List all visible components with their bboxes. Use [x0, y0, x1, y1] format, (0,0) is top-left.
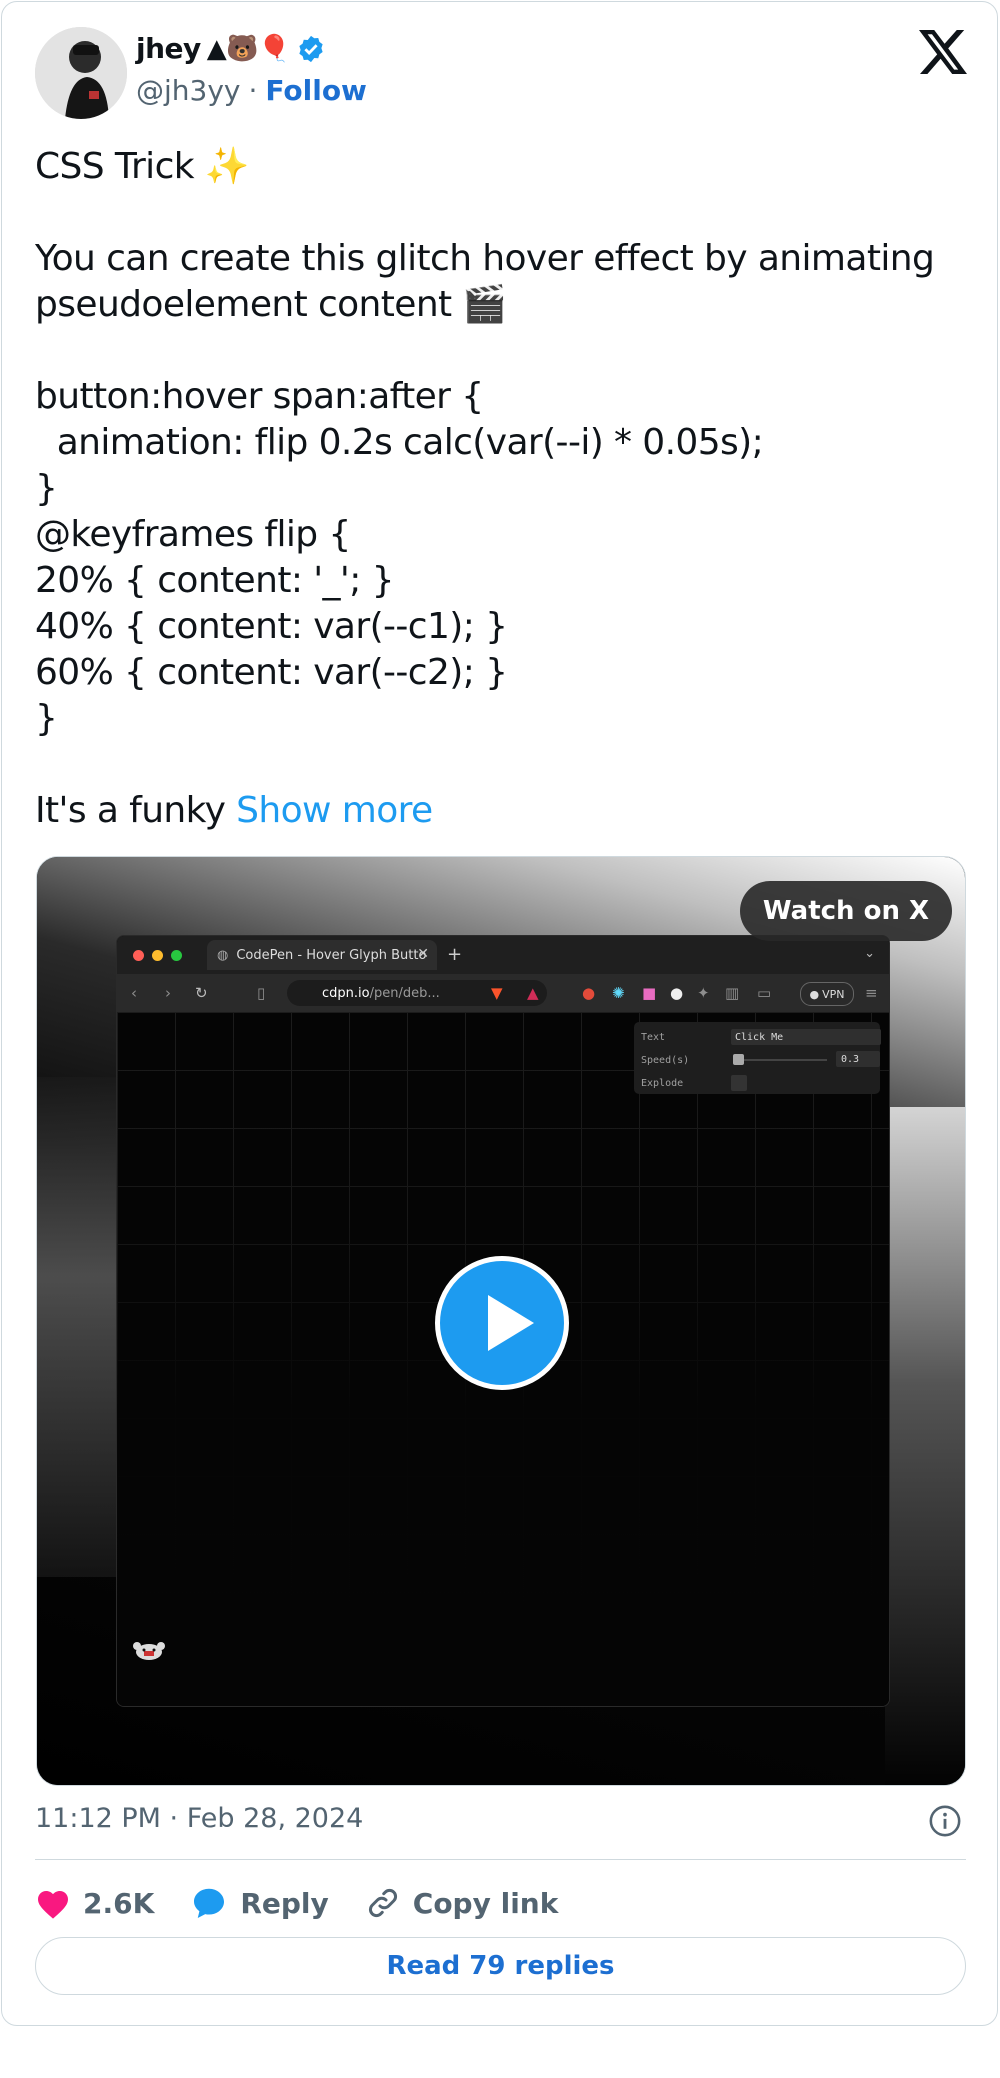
author-emojis: ▲🐻🎈 [206, 33, 291, 64]
speed-control: Speed(s) 0.3 [641, 1051, 881, 1069]
play-icon [488, 1295, 534, 1351]
info-icon[interactable] [928, 1804, 962, 1838]
bear-logo-icon [133, 1642, 165, 1660]
tweet-text: CSS Trick ✨ You can create this glitch h… [35, 144, 965, 834]
x-logo-icon[interactable] [919, 30, 967, 74]
author-handle[interactable]: @jh3yy [136, 74, 240, 107]
menu-icon: ≡ [865, 984, 878, 1002]
browser-titlebar: ◍ CodePen - Hover Glyph Butto ✕ + ⌄ [117, 936, 889, 974]
author-name-text[interactable]: jhey [136, 32, 201, 65]
speed-slider-thumb [733, 1054, 744, 1065]
explode-control: Explode [641, 1074, 881, 1092]
browser-tab: ◍ CodePen - Hover Glyph Butto ✕ [207, 940, 437, 970]
verified-icon [299, 35, 323, 62]
rewards-icon: ▲ [527, 984, 539, 1002]
follow-button[interactable]: Follow [265, 74, 367, 107]
vpn-dot-icon: ● [809, 987, 820, 1001]
video-player[interactable]: ◍ CodePen - Hover Glyph Butto ✕ + ⌄ ‹ › … [36, 856, 966, 1786]
video-background-left [37, 1077, 117, 1577]
watch-on-x-button[interactable]: Watch on X [740, 881, 952, 941]
minimize-dot-icon [152, 950, 163, 961]
like-count: 2.6K [83, 1886, 155, 1920]
new-tab-icon: + [447, 944, 463, 965]
speed-control-input: 0.3 [836, 1051, 880, 1067]
globe-icon: ◍ [217, 947, 229, 963]
text-control-value: Click Me [735, 1031, 784, 1043]
play-button[interactable] [435, 1256, 569, 1390]
brave-icon: ▼ [491, 984, 503, 1002]
video-background-right [885, 1107, 965, 1785]
tab-title: CodePen - Hover Glyph Butto [236, 947, 427, 963]
link-icon [368, 1889, 397, 1917]
reply-bubble-icon [194, 1888, 225, 1918]
url-path: /pen/deb... [369, 985, 440, 1001]
zoom-dot-icon [171, 950, 182, 961]
controls-panel: Text Click Me Speed(s) 0.3 Explode [634, 1022, 881, 1094]
url-bar: cdpn.io/pen/deb... [287, 980, 547, 1006]
reply-button[interactable]: Reply [190, 1885, 329, 1921]
tweet-card: jhey ▲🐻🎈 @jh3yy · Follow CSS Trick ✨ You… [1, 1, 998, 2026]
timestamp[interactable]: 11:12 PM · Feb 28, 2024 [35, 1803, 363, 1834]
puzzle-icon: ✦ [697, 984, 710, 1002]
url-host: cdpn.io [322, 985, 370, 1001]
reply-label: Reply [240, 1886, 329, 1920]
speed-control-value: 0.3 [841, 1053, 860, 1065]
chevron-down-icon: ⌄ [864, 946, 875, 961]
speed-control-label: Speed(s) [641, 1054, 690, 1066]
tab-close-icon: ✕ [417, 946, 429, 962]
read-replies-button[interactable]: Read 79 replies [35, 1937, 966, 1995]
extension-icon: ● [582, 984, 596, 1002]
browser-toolbar: ‹ › ↻ ▯ cdpn.io/pen/deb... ▼ ▲ ● ✺ ■ ● ✦… [117, 974, 889, 1012]
text-control: Text Click Me [641, 1028, 881, 1046]
heart-icon [38, 1891, 68, 1919]
show-more-link[interactable]: Show more [236, 790, 433, 831]
bookmark-icon: ▯ [257, 984, 266, 1002]
extension-circle-icon: ● [670, 984, 684, 1002]
react-icon: ✺ [612, 984, 625, 1002]
reload-icon: ↻ [195, 984, 208, 1002]
forward-icon: › [165, 984, 171, 1002]
text-control-label: Text [641, 1031, 666, 1043]
text-control-input: Click Me [731, 1029, 881, 1045]
avatar[interactable] [35, 27, 127, 119]
explode-control-label: Explode [641, 1077, 684, 1089]
back-icon: ‹ [131, 984, 137, 1002]
handle-row: @jh3yy · Follow [136, 74, 367, 107]
like-button[interactable]: 2.6K [35, 1886, 154, 1920]
sidebar-icon: ▥ [725, 984, 740, 1002]
copy-link-label: Copy link [412, 1886, 559, 1920]
copy-link-button[interactable]: Copy link [365, 1885, 559, 1921]
wallet-icon: ▭ [757, 984, 772, 1002]
separator: · [248, 74, 258, 107]
explode-checkbox [731, 1075, 747, 1091]
vpn-badge: ● VPN [800, 982, 854, 1006]
close-dot-icon [133, 950, 144, 961]
vpn-label: VPN [822, 987, 845, 1001]
divider [35, 1859, 966, 1860]
action-bar: 2.6K Reply Copy link [35, 1879, 594, 1927]
speed-slider-track [737, 1059, 827, 1061]
extension-g-icon: ■ [642, 984, 657, 1002]
tweet-body: CSS Trick ✨ You can create this glitch h… [35, 146, 935, 831]
author-name[interactable]: jhey ▲🐻🎈 [136, 32, 326, 65]
